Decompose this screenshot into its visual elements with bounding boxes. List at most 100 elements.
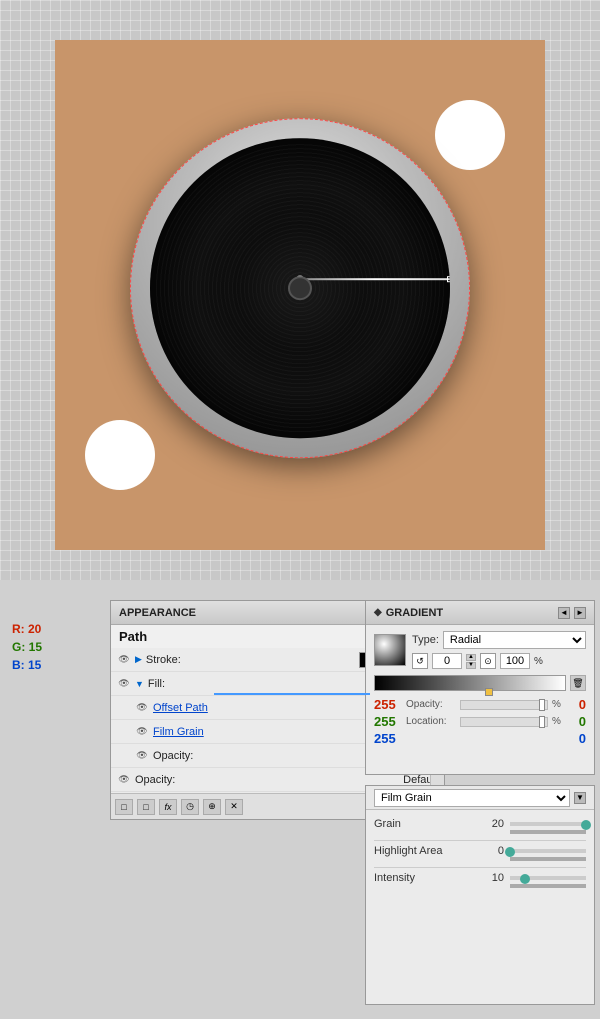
artboard bbox=[55, 40, 545, 550]
film-grain-link[interactable]: Film Grain bbox=[153, 726, 204, 738]
gradient-body: Type: Radial Linear ↺ ▲ ▼ ⊙ % bbox=[366, 625, 594, 752]
aspect-field[interactable] bbox=[500, 653, 530, 669]
channel-b-zero: 0 bbox=[570, 731, 586, 746]
footer-fx-icon[interactable]: fx bbox=[159, 799, 177, 815]
channel-g-value: 255 bbox=[374, 714, 402, 729]
intensity-label: Intensity bbox=[374, 872, 474, 884]
channel-pct-label: % bbox=[552, 699, 566, 710]
channel-r-value: 255 bbox=[374, 697, 402, 712]
channel-r-row: 255 Opacity: % 0 bbox=[374, 697, 586, 712]
appearance-title: APPEARANCE bbox=[119, 607, 196, 619]
type-label: Type: bbox=[412, 634, 439, 646]
color-channels: 255 Opacity: % 0 255 Location: % 0 255 bbox=[374, 697, 586, 746]
opacity-visibility-1[interactable]: 👁 bbox=[135, 749, 149, 763]
angle-field[interactable] bbox=[432, 653, 462, 669]
footer-icon-square1[interactable]: □ bbox=[115, 799, 133, 815]
channel-b-value: 255 bbox=[374, 731, 402, 746]
gradient-stop[interactable] bbox=[485, 688, 493, 696]
gradient-preview[interactable] bbox=[374, 634, 406, 666]
filmgrain-header: Film Grain ▼ bbox=[366, 786, 594, 810]
gradient-row1: Type: Radial Linear ↺ ▲ ▼ ⊙ % bbox=[374, 631, 586, 669]
gradient-type-select[interactable]: Radial Linear bbox=[443, 631, 586, 649]
stroke-visibility-toggle[interactable]: 👁 bbox=[117, 653, 131, 667]
channel-r-thumb[interactable] bbox=[539, 699, 545, 711]
fill-expand-arrow[interactable]: ▼ bbox=[135, 679, 144, 689]
circle-top-right bbox=[435, 100, 505, 170]
angle-down-btn[interactable]: ▼ bbox=[466, 662, 476, 669]
highlight-slider[interactable] bbox=[510, 849, 586, 853]
channel-g-pct: % bbox=[552, 716, 566, 727]
channel-g-slider[interactable] bbox=[460, 717, 548, 727]
channel-g-zero: 0 bbox=[570, 714, 586, 729]
grain-row: Grain 20 bbox=[374, 818, 586, 830]
filmgrain-body: Grain 20 Highlight Area 0 Intensity 10 bbox=[366, 810, 594, 902]
film-grain-visibility[interactable]: 👁 bbox=[135, 725, 149, 739]
gradient-collapse-btn[interactable]: ◄ bbox=[558, 607, 570, 619]
stroke-label: Stroke: bbox=[146, 654, 355, 666]
turntable-outer[interactable] bbox=[130, 118, 470, 458]
angle-up-btn[interactable]: ▲ bbox=[466, 654, 476, 661]
filmgrain-panel: Film Grain ▼ Grain 20 Highlight Area 0 I… bbox=[365, 785, 595, 1005]
intensity-slider[interactable] bbox=[510, 876, 586, 880]
gradient-panel: ◆ GRADIENT ◄ ► Type: Radial Linear ↺ bbox=[365, 600, 595, 775]
turntable-inner bbox=[150, 138, 450, 438]
highlight-row: Highlight Area 0 bbox=[374, 845, 586, 857]
channel-g-row: 255 Location: % 0 bbox=[374, 714, 586, 729]
connector-endpoint bbox=[362, 693, 370, 695]
channel-b-row: 255 0 bbox=[374, 731, 586, 746]
offset-path-visibility[interactable]: 👁 bbox=[135, 701, 149, 715]
canvas-area bbox=[0, 0, 600, 580]
angle-arrows: ▲ ▼ bbox=[466, 654, 476, 669]
gradient-panel-controls: ◄ ► bbox=[558, 607, 586, 619]
gradient-angle-row: ↺ ▲ ▼ ⊙ % bbox=[412, 653, 586, 669]
tonearm bbox=[300, 278, 450, 280]
gradient-bar-row: 🗑 bbox=[374, 675, 586, 691]
highlight-value: 0 bbox=[474, 845, 504, 857]
tonearm-pivot bbox=[296, 275, 304, 283]
gradient-type-row: Type: Radial Linear bbox=[412, 631, 586, 649]
filmgrain-effect-select[interactable]: Film Grain bbox=[374, 789, 570, 807]
stroke-expand-arrow[interactable]: ▶ bbox=[135, 654, 142, 665]
tonearm-end bbox=[447, 276, 450, 282]
intensity-thumb[interactable] bbox=[520, 874, 530, 884]
fill-visibility-toggle[interactable]: 👁 bbox=[117, 677, 131, 691]
rgb-indicator: R: 20 G: 15 B: 15 bbox=[12, 620, 42, 674]
gradient-controls: Type: Radial Linear ↺ ▲ ▼ ⊙ % bbox=[412, 631, 586, 669]
footer-icon-square2[interactable]: □ bbox=[137, 799, 155, 815]
location-channel-label: Location: bbox=[406, 716, 456, 727]
footer-delete-icon[interactable]: ✕ bbox=[225, 799, 243, 815]
grain-slider[interactable] bbox=[510, 822, 586, 826]
b-value: B: 15 bbox=[12, 656, 42, 674]
circle-bottom-left bbox=[85, 420, 155, 490]
gradient-panel-header: ◆ GRADIENT ◄ ► bbox=[366, 601, 594, 625]
intensity-value: 10 bbox=[474, 872, 504, 884]
highlight-label: Highlight Area bbox=[374, 845, 474, 857]
footer-clock-icon[interactable]: ◷ bbox=[181, 799, 199, 815]
opacity-visibility-2[interactable]: 👁 bbox=[117, 773, 131, 787]
offset-path-link[interactable]: Offset Path bbox=[153, 702, 208, 714]
channel-g-thumb[interactable] bbox=[539, 716, 545, 728]
highlight-thumb[interactable] bbox=[505, 847, 515, 857]
r-value: R: 20 bbox=[12, 620, 42, 638]
intensity-row: Intensity 10 bbox=[374, 872, 586, 884]
gradient-title: ◆ GRADIENT bbox=[374, 607, 443, 619]
footer-add-icon[interactable]: ⊕ bbox=[203, 799, 221, 815]
aspect-icon: ⊙ bbox=[480, 653, 496, 669]
gradient-delete-btn[interactable]: 🗑 bbox=[570, 675, 586, 691]
opacity-label-2: Opacity: bbox=[135, 774, 399, 786]
gradient-diamond-icon: ◆ bbox=[374, 607, 382, 618]
connector-line bbox=[214, 693, 364, 695]
g-value: G: 15 bbox=[12, 638, 42, 656]
gradient-expand-btn[interactable]: ► bbox=[574, 607, 586, 619]
opacity-channel-label: Opacity: bbox=[406, 699, 456, 710]
gradient-bar[interactable] bbox=[374, 675, 566, 691]
grain-value: 20 bbox=[474, 818, 504, 830]
channel-r-zero: 0 bbox=[570, 697, 586, 712]
angle-icon: ↺ bbox=[412, 653, 428, 669]
grain-thumb[interactable] bbox=[581, 820, 591, 830]
opacity-label-1: Opacity: bbox=[153, 750, 372, 762]
channel-r-slider[interactable] bbox=[460, 700, 548, 710]
percent-label: % bbox=[534, 656, 543, 667]
grain-label: Grain bbox=[374, 818, 474, 830]
filmgrain-dropdown-btn[interactable]: ▼ bbox=[574, 792, 586, 804]
